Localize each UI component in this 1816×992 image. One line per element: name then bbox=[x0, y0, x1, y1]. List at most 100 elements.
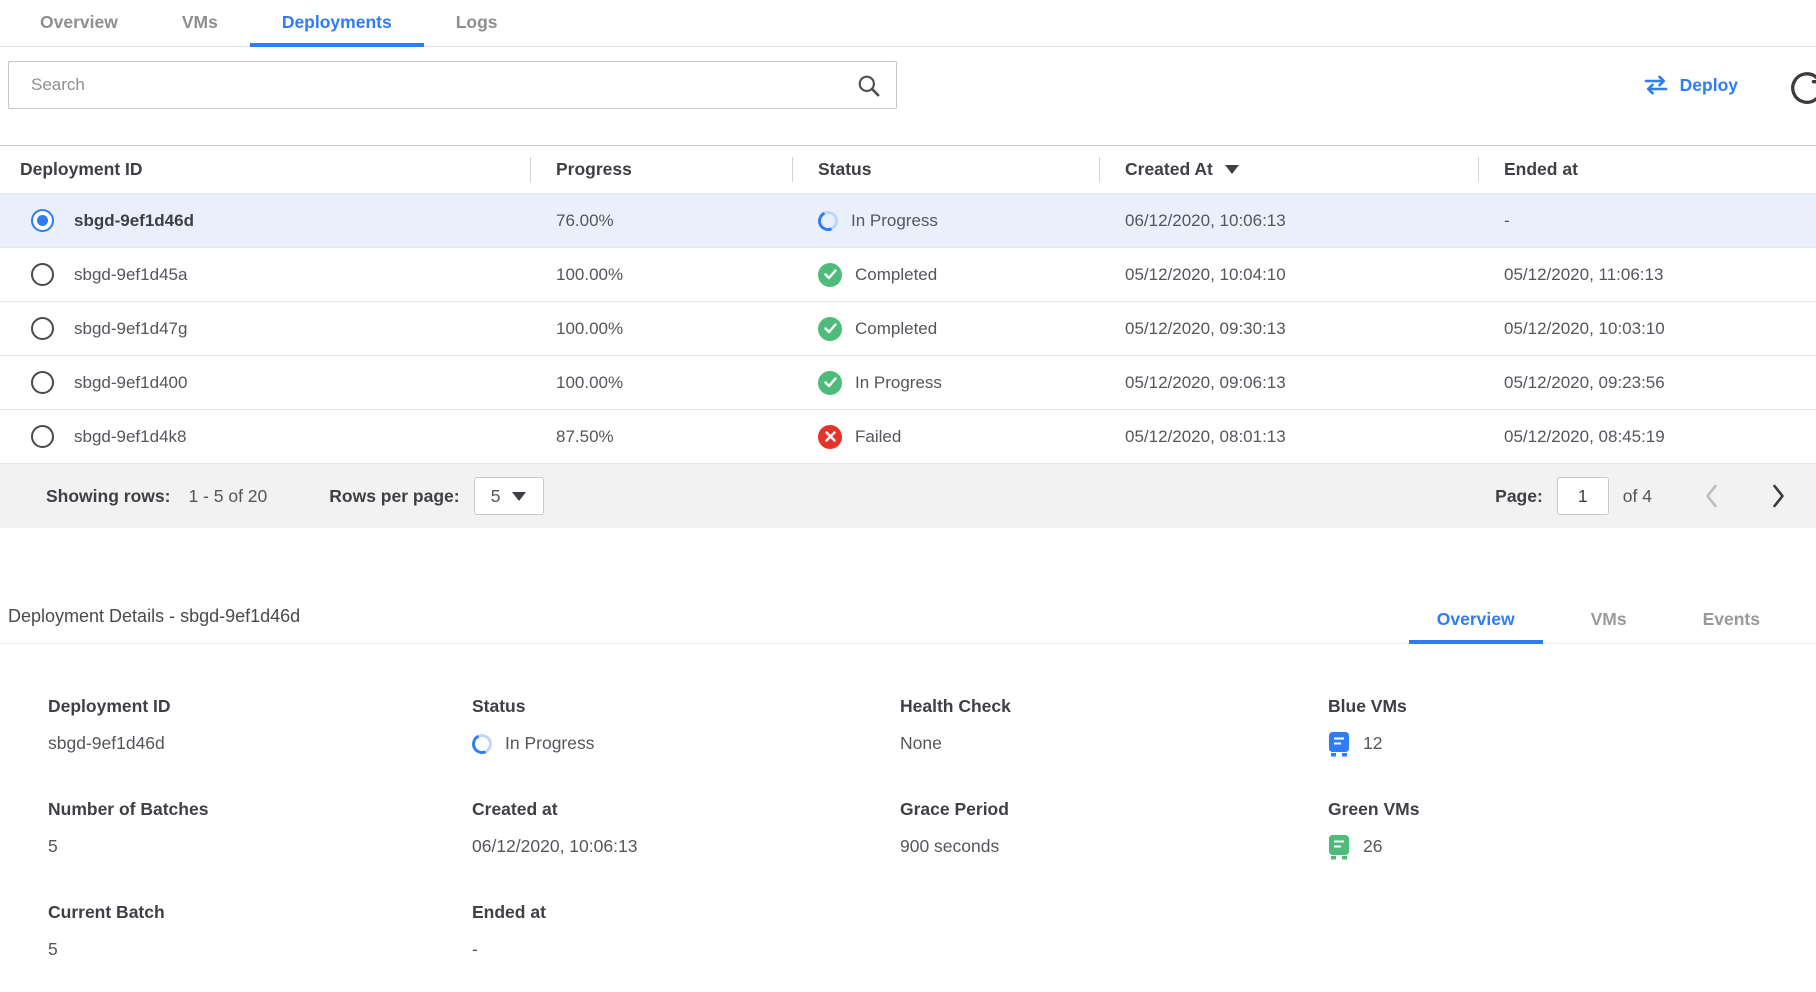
field-value: 900 seconds bbox=[900, 833, 1328, 860]
table-row[interactable]: sbgd-9ef1d46d 76.00% In Progress 06/12/2… bbox=[0, 194, 1816, 248]
tab-vms[interactable]: VMs bbox=[150, 12, 250, 46]
ended-at-cell: 05/12/2020, 08:45:19 bbox=[1478, 427, 1816, 447]
completed-check-icon bbox=[818, 371, 842, 395]
status-cell: In Progress bbox=[792, 371, 1099, 395]
details-tab-bar: Overview VMs Events bbox=[1399, 609, 1798, 643]
search-icon bbox=[855, 72, 882, 99]
details-header: Deployment Details - sbgd-9ef1d46d Overv… bbox=[0, 586, 1816, 644]
swap-arrows-icon bbox=[1643, 74, 1669, 96]
progress-cell: 87.50% bbox=[530, 427, 792, 447]
field-grace-period: Grace Period 900 seconds bbox=[900, 799, 1328, 860]
page-total: of 4 bbox=[1623, 486, 1652, 507]
table-row[interactable]: sbgd-9ef1d4k8 87.50% Failed 05/12/2020, … bbox=[0, 410, 1816, 464]
field-label: Number of Batches bbox=[48, 799, 472, 820]
chevron-down-icon bbox=[512, 492, 526, 501]
created-at-cell: 05/12/2020, 10:04:10 bbox=[1099, 265, 1478, 285]
status-label: Failed bbox=[855, 427, 901, 447]
field-value: 12 bbox=[1328, 730, 1816, 757]
refresh-button[interactable] bbox=[1788, 68, 1816, 108]
status-cell: In Progress bbox=[792, 211, 1099, 231]
field-status: Status In Progress bbox=[472, 696, 900, 757]
showing-rows-label: Showing rows: bbox=[46, 486, 170, 507]
deploy-button[interactable]: Deploy bbox=[1643, 74, 1738, 96]
green-vm-icon bbox=[1328, 834, 1350, 860]
field-value: 06/12/2020, 10:06:13 bbox=[472, 833, 900, 860]
search-input[interactable] bbox=[29, 74, 855, 96]
row-radio[interactable] bbox=[31, 317, 54, 340]
details-grid: Deployment ID sbgd-9ef1d46d Status In Pr… bbox=[0, 644, 1816, 992]
row-radio[interactable] bbox=[31, 425, 54, 448]
showing-rows-value: 1 - 5 of 20 bbox=[188, 486, 267, 507]
field-label: Status bbox=[472, 696, 900, 717]
field-value: None bbox=[900, 730, 1328, 757]
tab-logs[interactable]: Logs bbox=[424, 12, 530, 46]
refresh-icon bbox=[1788, 69, 1816, 107]
rows-per-page-value: 5 bbox=[491, 486, 501, 507]
sort-desc-icon bbox=[1225, 165, 1239, 174]
tab-overview[interactable]: Overview bbox=[8, 12, 150, 46]
field-green-vms: Green VMs 26 bbox=[1328, 799, 1816, 860]
field-value: 5 bbox=[48, 833, 472, 860]
deployment-id-cell: sbgd-9ef1d45a bbox=[74, 265, 187, 285]
field-label: Green VMs bbox=[1328, 799, 1816, 820]
table-row[interactable]: sbgd-9ef1d45a 100.00% Completed 05/12/20… bbox=[0, 248, 1816, 302]
rows-per-page-select[interactable]: 5 bbox=[474, 477, 544, 515]
row-radio[interactable] bbox=[31, 263, 54, 286]
deployment-id-cell: sbgd-9ef1d400 bbox=[74, 373, 187, 393]
created-at-cell: 05/12/2020, 09:06:13 bbox=[1099, 373, 1478, 393]
table-row[interactable]: sbgd-9ef1d400 100.00% In Progress 05/12/… bbox=[0, 356, 1816, 410]
column-header-progress: Progress bbox=[530, 146, 792, 193]
status-label: In Progress bbox=[855, 373, 942, 393]
column-header-ended-at: Ended at bbox=[1478, 146, 1816, 193]
details-title: Deployment Details - sbgd-9ef1d46d bbox=[8, 606, 300, 643]
column-header-created-at[interactable]: Created At bbox=[1099, 146, 1478, 193]
in-progress-spinner-icon bbox=[469, 731, 495, 757]
ended-at-cell: 05/12/2020, 10:03:10 bbox=[1478, 319, 1816, 339]
failed-x-icon bbox=[818, 425, 842, 449]
field-label: Health Check bbox=[900, 696, 1328, 717]
column-header-status: Status bbox=[792, 146, 1099, 193]
progress-cell: 100.00% bbox=[530, 373, 792, 393]
details-tab-vms[interactable]: VMs bbox=[1553, 609, 1665, 643]
progress-cell: 100.00% bbox=[530, 265, 792, 285]
ended-at-cell: 05/12/2020, 09:23:56 bbox=[1478, 373, 1816, 393]
page-number-input[interactable] bbox=[1557, 477, 1609, 515]
field-blue-vms: Blue VMs 12 bbox=[1328, 696, 1816, 757]
created-at-cell: 06/12/2020, 10:06:13 bbox=[1099, 211, 1478, 231]
deployment-details-section: Deployment Details - sbgd-9ef1d46d Overv… bbox=[0, 586, 1816, 992]
progress-cell: 76.00% bbox=[530, 211, 792, 231]
table-row[interactable]: sbgd-9ef1d47g 100.00% Completed 05/12/20… bbox=[0, 302, 1816, 356]
deployment-id-cell: sbgd-9ef1d47g bbox=[74, 319, 187, 339]
details-tab-events[interactable]: Events bbox=[1665, 609, 1798, 643]
deploy-button-label: Deploy bbox=[1680, 75, 1738, 96]
next-page-button[interactable] bbox=[1771, 483, 1786, 509]
previous-page-button[interactable] bbox=[1704, 483, 1719, 509]
page-label: Page: bbox=[1495, 486, 1543, 507]
field-health-check: Health Check None bbox=[900, 696, 1328, 757]
progress-cell: 100.00% bbox=[530, 319, 792, 339]
field-value: sbgd-9ef1d46d bbox=[48, 730, 472, 757]
completed-check-icon bbox=[818, 263, 842, 287]
field-ended-at: Ended at - bbox=[472, 902, 900, 963]
field-label: Deployment ID bbox=[48, 696, 472, 717]
field-current-batch: Current Batch 5 bbox=[48, 902, 472, 963]
chevron-left-icon bbox=[1704, 483, 1719, 509]
tab-deployments[interactable]: Deployments bbox=[250, 12, 424, 46]
toolbar: Deploy bbox=[0, 47, 1816, 123]
status-label: Completed bbox=[855, 265, 937, 285]
created-at-cell: 05/12/2020, 08:01:13 bbox=[1099, 427, 1478, 447]
row-radio-selected[interactable] bbox=[31, 209, 54, 232]
status-label: Completed bbox=[855, 319, 937, 339]
details-tab-overview[interactable]: Overview bbox=[1399, 609, 1553, 643]
row-radio[interactable] bbox=[31, 371, 54, 394]
field-label: Ended at bbox=[472, 902, 900, 923]
deployments-table: Deployment ID Progress Status Created At… bbox=[0, 145, 1816, 528]
field-value: In Progress bbox=[472, 730, 900, 757]
deployment-id-cell: sbgd-9ef1d46d bbox=[74, 211, 194, 231]
search-box bbox=[8, 61, 897, 109]
column-header-deployment-id: Deployment ID bbox=[0, 146, 530, 193]
status-label: In Progress bbox=[851, 211, 938, 231]
blue-vm-icon bbox=[1328, 731, 1350, 757]
in-progress-spinner-icon bbox=[815, 208, 841, 234]
field-label: Grace Period bbox=[900, 799, 1328, 820]
